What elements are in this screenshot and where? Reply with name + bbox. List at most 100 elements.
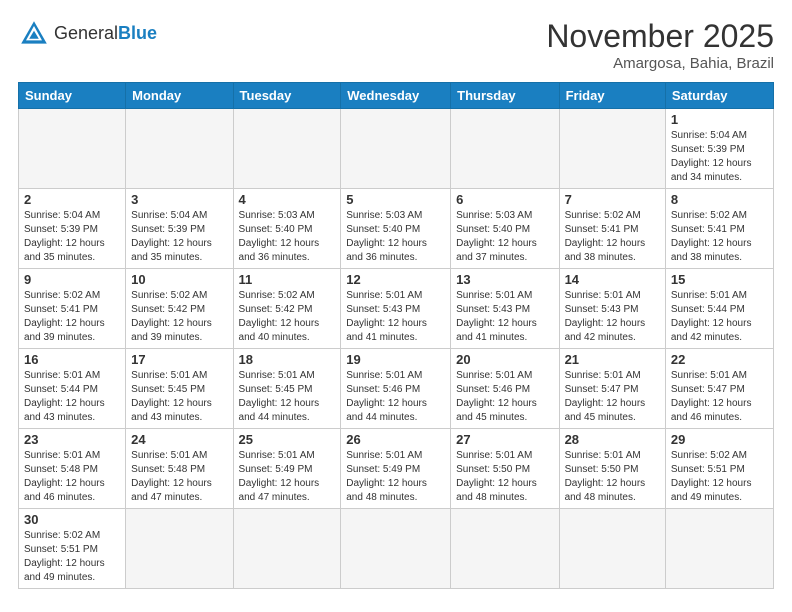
logo-icon: [18, 18, 50, 50]
calendar-cell: [341, 109, 451, 189]
calendar-cell: 19 Sunrise: 5:01 AM Sunset: 5:46 PM Dayli…: [341, 349, 451, 429]
calendar-cell: [126, 109, 233, 189]
col-thursday: Thursday: [451, 83, 559, 109]
day-number: 25: [239, 432, 336, 447]
col-monday: Monday: [126, 83, 233, 109]
day-number: 5: [346, 192, 445, 207]
day-info: Sunrise: 5:01 AM Sunset: 5:50 PM Dayligh…: [456, 449, 553, 505]
day-number: 22: [671, 352, 768, 367]
calendar-cell: 3Sunrise: 5:04 AM Sunset: 5:39 PM Daylig…: [126, 189, 233, 269]
calendar-week-row: 16Sunrise: 5:01 AM Sunset: 5:44 PM Dayli…: [19, 349, 774, 429]
col-wednesday: Wednesday: [341, 83, 451, 109]
day-number: 29: [671, 432, 768, 447]
calendar-cell: 16Sunrise: 5:01 AM Sunset: 5:44 PM Dayli…: [19, 349, 126, 429]
day-number: 28: [565, 432, 660, 447]
day-info: Sunrise: 5:01 AM Sunset: 5:44 PM Dayligh…: [671, 289, 768, 345]
day-info: Sunrise: 5:02 AM Sunset: 5:42 PM Dayligh…: [131, 289, 227, 345]
day-number: 13: [456, 272, 553, 287]
col-tuesday: Tuesday: [233, 83, 341, 109]
day-number: 21: [565, 352, 660, 367]
title-block: November 2025 Amargosa, Bahia, Brazil: [546, 18, 774, 72]
calendar-week-row: 1 Sunrise: 5:04 AM Sunset: 5:39 PM Daylig…: [19, 109, 774, 189]
day-number: 10: [131, 272, 227, 287]
day-number: 4: [239, 192, 336, 207]
day-number: 15: [671, 272, 768, 287]
day-number: 27: [456, 432, 553, 447]
calendar-cell: 18Sunrise: 5:01 AM Sunset: 5:45 PM Dayli…: [233, 349, 341, 429]
calendar-cell: [19, 109, 126, 189]
day-number: 9: [24, 272, 120, 287]
day-info: Sunrise: 5:02 AM Sunset: 5:41 PM Dayligh…: [24, 289, 120, 345]
calendar-cell: 5Sunrise: 5:03 AM Sunset: 5:40 PM Daylig…: [341, 189, 451, 269]
calendar-cell: 6Sunrise: 5:03 AM Sunset: 5:40 PM Daylig…: [451, 189, 559, 269]
day-info: Sunrise: 5:01 AM Sunset: 5:46 PM Dayligh…: [346, 369, 445, 425]
calendar-cell: 27 Sunrise: 5:01 AM Sunset: 5:50 PM Dayli…: [451, 429, 559, 509]
day-info: Sunrise: 5:04 AM Sunset: 5:39 PM Dayligh…: [671, 129, 768, 185]
day-info: Sunrise: 5:01 AM Sunset: 5:49 PM Dayligh…: [346, 449, 445, 505]
day-info: Sunrise: 5:04 AM Sunset: 5:39 PM Dayligh…: [24, 209, 120, 265]
day-number: 16: [24, 352, 120, 367]
day-info: Sunrise: 5:01 AM Sunset: 5:47 PM Dayligh…: [565, 369, 660, 425]
day-info: Sunrise: 5:01 AM Sunset: 5:46 PM Dayligh…: [456, 369, 553, 425]
calendar-cell: [341, 509, 451, 589]
calendar-cell: 23Sunrise: 5:01 AM Sunset: 5:48 PM Dayli…: [19, 429, 126, 509]
calendar-cell: 1 Sunrise: 5:04 AM Sunset: 5:39 PM Daylig…: [665, 109, 773, 189]
calendar-week-row: 30Sunrise: 5:02 AM Sunset: 5:51 PM Dayli…: [19, 509, 774, 589]
day-info: Sunrise: 5:01 AM Sunset: 5:49 PM Dayligh…: [239, 449, 336, 505]
day-number: 19: [346, 352, 445, 367]
day-number: 20: [456, 352, 553, 367]
calendar-cell: 14Sunrise: 5:01 AM Sunset: 5:43 PM Dayli…: [559, 269, 665, 349]
header: GeneralBlue November 2025 Amargosa, Bahi…: [18, 18, 774, 72]
calendar-week-row: 23Sunrise: 5:01 AM Sunset: 5:48 PM Dayli…: [19, 429, 774, 509]
logo: GeneralBlue: [18, 18, 157, 50]
calendar-cell: 17Sunrise: 5:01 AM Sunset: 5:45 PM Dayli…: [126, 349, 233, 429]
day-number: 18: [239, 352, 336, 367]
calendar-table: Sunday Monday Tuesday Wednesday Thursday…: [18, 82, 774, 589]
day-number: 1: [671, 112, 768, 127]
day-number: 11: [239, 272, 336, 287]
day-info: Sunrise: 5:02 AM Sunset: 5:41 PM Dayligh…: [671, 209, 768, 265]
calendar-cell: 30Sunrise: 5:02 AM Sunset: 5:51 PM Dayli…: [19, 509, 126, 589]
calendar-cell: 26 Sunrise: 5:01 AM Sunset: 5:49 PM Dayli…: [341, 429, 451, 509]
calendar-cell: 11 Sunrise: 5:02 AM Sunset: 5:42 PM Dayli…: [233, 269, 341, 349]
day-info: Sunrise: 5:02 AM Sunset: 5:51 PM Dayligh…: [24, 529, 120, 585]
day-info: Sunrise: 5:01 AM Sunset: 5:43 PM Dayligh…: [565, 289, 660, 345]
day-number: 12: [346, 272, 445, 287]
calendar-cell: 21 Sunrise: 5:01 AM Sunset: 5:47 PM Dayli…: [559, 349, 665, 429]
logo-text: GeneralBlue: [54, 23, 157, 45]
day-info: Sunrise: 5:03 AM Sunset: 5:40 PM Dayligh…: [239, 209, 336, 265]
day-info: Sunrise: 5:01 AM Sunset: 5:45 PM Dayligh…: [131, 369, 227, 425]
calendar-cell: [451, 509, 559, 589]
day-number: 7: [565, 192, 660, 207]
calendar-week-row: 9 Sunrise: 5:02 AM Sunset: 5:41 PM Daylig…: [19, 269, 774, 349]
calendar-cell: 4 Sunrise: 5:03 AM Sunset: 5:40 PM Daylig…: [233, 189, 341, 269]
calendar-cell: 12 Sunrise: 5:01 AM Sunset: 5:43 PM Dayli…: [341, 269, 451, 349]
calendar-cell: 10 Sunrise: 5:02 AM Sunset: 5:42 PM Dayli…: [126, 269, 233, 349]
calendar-cell: 8 Sunrise: 5:02 AM Sunset: 5:41 PM Daylig…: [665, 189, 773, 269]
col-sunday: Sunday: [19, 83, 126, 109]
day-number: 26: [346, 432, 445, 447]
day-info: Sunrise: 5:01 AM Sunset: 5:48 PM Dayligh…: [131, 449, 227, 505]
day-info: Sunrise: 5:02 AM Sunset: 5:42 PM Dayligh…: [239, 289, 336, 345]
day-number: 24: [131, 432, 227, 447]
calendar-cell: 13 Sunrise: 5:01 AM Sunset: 5:43 PM Dayli…: [451, 269, 559, 349]
calendar-cell: 25 Sunrise: 5:01 AM Sunset: 5:49 PM Dayli…: [233, 429, 341, 509]
day-number: 8: [671, 192, 768, 207]
day-info: Sunrise: 5:01 AM Sunset: 5:43 PM Dayligh…: [456, 289, 553, 345]
calendar-header-row: Sunday Monday Tuesday Wednesday Thursday…: [19, 83, 774, 109]
day-info: Sunrise: 5:03 AM Sunset: 5:40 PM Dayligh…: [456, 209, 553, 265]
day-info: Sunrise: 5:02 AM Sunset: 5:41 PM Dayligh…: [565, 209, 660, 265]
calendar-cell: [233, 109, 341, 189]
day-info: Sunrise: 5:01 AM Sunset: 5:43 PM Dayligh…: [346, 289, 445, 345]
calendar-cell: 28 Sunrise: 5:01 AM Sunset: 5:50 PM Dayli…: [559, 429, 665, 509]
day-info: Sunrise: 5:01 AM Sunset: 5:50 PM Dayligh…: [565, 449, 660, 505]
calendar-cell: 29 Sunrise: 5:02 AM Sunset: 5:51 PM Dayli…: [665, 429, 773, 509]
col-saturday: Saturday: [665, 83, 773, 109]
month-year: November 2025: [546, 18, 774, 55]
day-number: 2: [24, 192, 120, 207]
day-info: Sunrise: 5:02 AM Sunset: 5:51 PM Dayligh…: [671, 449, 768, 505]
location: Amargosa, Bahia, Brazil: [546, 55, 774, 72]
calendar-cell: [559, 109, 665, 189]
calendar-cell: [126, 509, 233, 589]
calendar-cell: 9 Sunrise: 5:02 AM Sunset: 5:41 PM Daylig…: [19, 269, 126, 349]
